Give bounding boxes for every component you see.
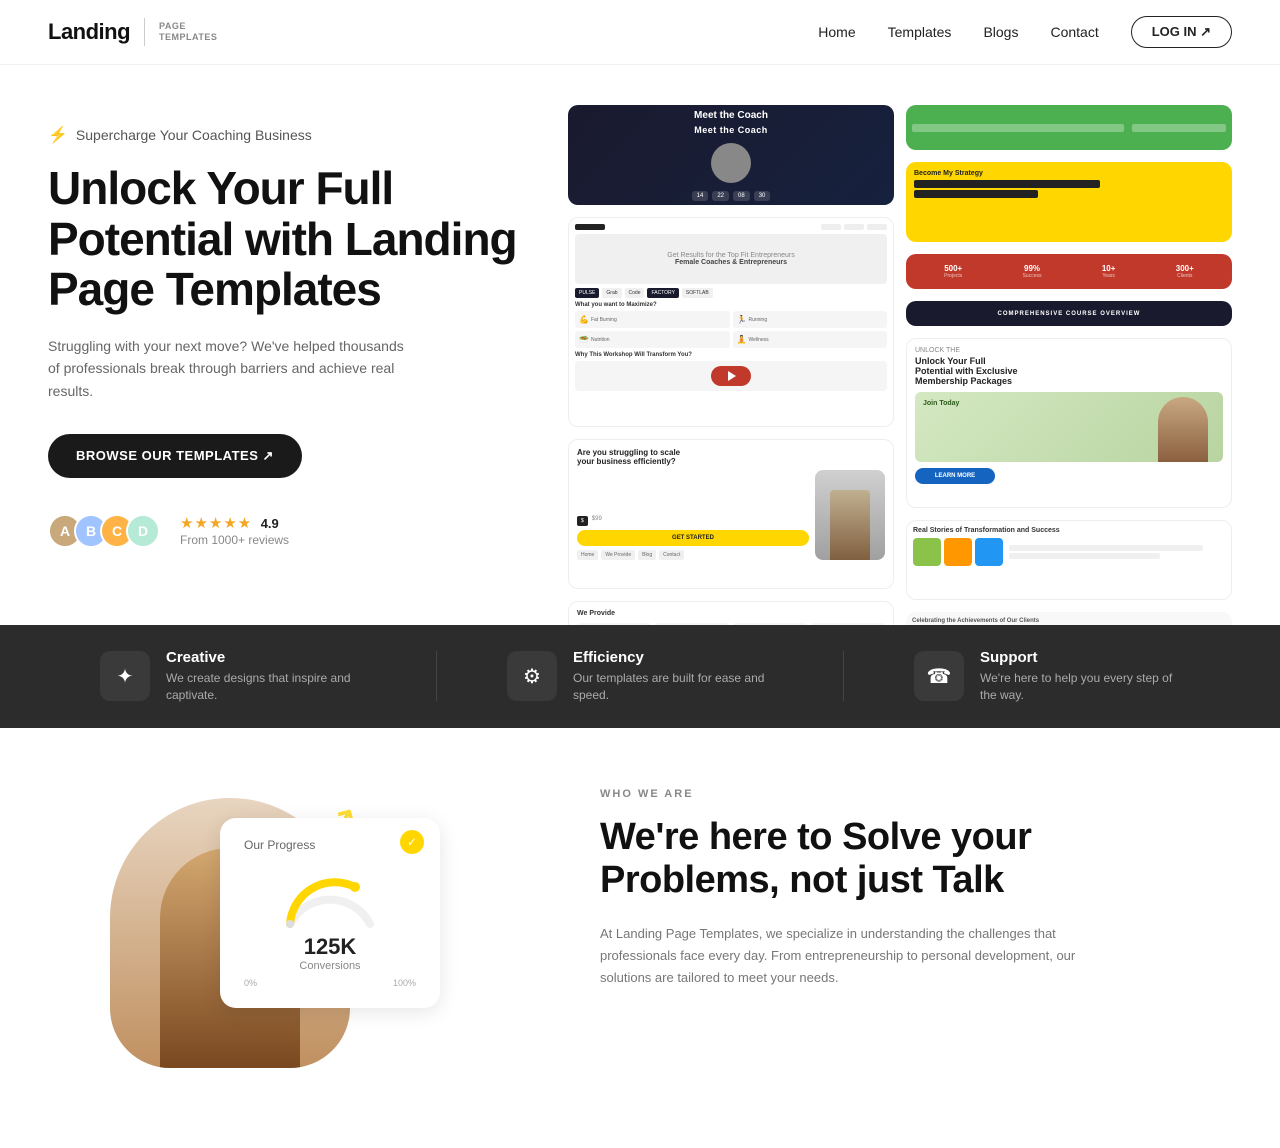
hero-content: ⚡ Supercharge Your Coaching Business Unl… <box>48 105 568 548</box>
navigation: Home Templates Blogs Contact LOG IN ↗ <box>818 16 1232 48</box>
avatar-4: D <box>126 514 160 548</box>
progress-gauge <box>280 864 380 934</box>
header: Landing PAGETEMPLATES Home Templates Blo… <box>0 0 1280 65</box>
check-icon: ✓ <box>400 830 424 854</box>
feature-support-text: Support We're here to help you every ste… <box>980 649 1180 704</box>
support-icon: ☎ <box>914 651 964 701</box>
template-dark-coach: Meet the Coach 14 22 08 30 <box>568 105 894 205</box>
hero-description: Struggling with your next move? We've he… <box>48 335 408 402</box>
template-services: We Provide 📊Marketing 💡Strategy 🎯Coachin… <box>568 601 894 625</box>
feature-support-title: Support <box>980 649 1180 666</box>
creative-icon: ✦ <box>100 651 150 701</box>
logo-sub-text: PAGETEMPLATES <box>159 21 217 43</box>
feature-support-desc: We're here to help you every step of the… <box>980 670 1180 704</box>
template-testimonials: Real Stories of Transformation and Succe… <box>906 520 1232 600</box>
who-label: WHO WE ARE <box>600 788 1180 800</box>
lightning-icon: ⚡ <box>48 125 68 145</box>
feature-creative-desc: We create designs that inspire and capti… <box>166 670 366 704</box>
template-white-nav: Get Results for the Top Fit Entrepreneur… <box>568 217 894 427</box>
badge-text: Supercharge Your Coaching Business <box>76 127 312 143</box>
star-icons: ★★★★★ <box>180 515 252 532</box>
template-col-2: Become My Strategy 500+Projects 99%Succe… <box>906 105 1232 625</box>
efficiency-icon: ⚙ <box>507 651 557 701</box>
cta-label: BROWSE OUR TEMPLATES ↗ <box>76 448 274 464</box>
progress-number: 125K <box>244 934 416 960</box>
who-left: ↗ ✓ Our Progress <box>100 788 520 1088</box>
who-description: At Landing Page Templates, we specialize… <box>600 923 1080 989</box>
progress-label: Conversions <box>244 960 416 972</box>
who-right: WHO WE ARE We're here to Solve your Prob… <box>600 788 1180 990</box>
rating-number: 4.9 <box>261 516 279 531</box>
feature-divider-2 <box>843 651 844 701</box>
nav-contact[interactable]: Contact <box>1050 24 1098 40</box>
progress-title: Our Progress <box>244 838 416 852</box>
feature-efficiency-title: Efficiency <box>573 649 773 666</box>
review-count: From 1000+ reviews <box>180 533 289 547</box>
template-previews: Meet the Coach 14 22 08 30 <box>568 105 1232 625</box>
feature-efficiency-desc: Our templates are built for ease and spe… <box>573 670 773 704</box>
progress-start: 0% <box>244 978 257 988</box>
nav-blogs[interactable]: Blogs <box>983 24 1018 40</box>
template-business: Are you struggling to scaleyour business… <box>568 439 894 589</box>
features-bar: ✦ Creative We create designs that inspir… <box>0 625 1280 728</box>
cta-button[interactable]: BROWSE OUR TEMPLATES ↗ <box>48 434 302 478</box>
template-achievements: Celebrating the Achievements of Our Clie… <box>906 612 1232 625</box>
hero-badge: ⚡ Supercharge Your Coaching Business <box>48 125 528 145</box>
review-info: ★★★★★ 4.9 From 1000+ reviews <box>180 514 289 547</box>
feature-creative-title: Creative <box>166 649 366 666</box>
template-course-overview: COMPREHENSIVE COURSE OVERVIEW <box>906 301 1232 326</box>
nav-templates[interactable]: Templates <box>888 24 952 40</box>
template-red-stats: 500+Projects 99%Success 10+Years 300+Cli… <box>906 254 1232 289</box>
hero-section: ⚡ Supercharge Your Coaching Business Unl… <box>0 65 1280 625</box>
template-col-1: Meet the Coach 14 22 08 30 <box>568 105 894 625</box>
nav-home[interactable]: Home <box>818 24 855 40</box>
template-green <box>906 105 1232 150</box>
logo-text: Landing <box>48 19 130 45</box>
feature-divider-1 <box>436 651 437 701</box>
hero-reviews: A B C D ★★★★★ 4.9 From 1000+ reviews <box>48 514 528 548</box>
progress-end: 100% <box>393 978 416 988</box>
stars-rating: ★★★★★ 4.9 <box>180 514 289 533</box>
progress-card: ✓ Our Progress 125K Conversions 0% <box>220 818 440 1008</box>
who-title: We're here to Solve your Problems, not j… <box>600 816 1180 903</box>
logo: Landing PAGETEMPLATES <box>48 18 217 46</box>
hero-title: Unlock Your Full Potential with Landing … <box>48 163 528 315</box>
template-yellow-strategy: Become My Strategy <box>906 162 1232 242</box>
who-section: ↗ ✓ Our Progress <box>0 728 1280 1148</box>
template-membership: UNLOCK THE Unlock Your FullPotential wit… <box>906 338 1232 508</box>
feature-efficiency-text: Efficiency Our templates are built for e… <box>573 649 773 704</box>
review-avatars: A B C D <box>48 514 152 548</box>
feature-creative: ✦ Creative We create designs that inspir… <box>100 649 366 704</box>
login-button[interactable]: LOG IN ↗ <box>1131 16 1232 48</box>
feature-creative-text: Creative We create designs that inspire … <box>166 649 366 704</box>
logo-divider <box>144 18 145 46</box>
feature-efficiency: ⚙ Efficiency Our templates are built for… <box>507 649 773 704</box>
feature-support: ☎ Support We're here to help you every s… <box>914 649 1180 704</box>
